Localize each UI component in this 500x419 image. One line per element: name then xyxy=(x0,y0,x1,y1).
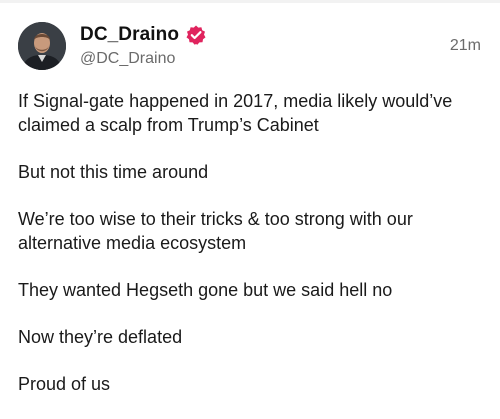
post-paragraph: But not this time around xyxy=(18,162,209,182)
post-paragraph: They wanted Hegseth gone but we said hel… xyxy=(18,280,393,300)
avatar[interactable] xyxy=(18,22,66,70)
post-paragraph: We’re too wise to their tricks & too str… xyxy=(18,209,413,253)
post-body: If Signal-gate happened in 2017, media l… xyxy=(18,89,488,419)
post-paragraph: If Signal-gate happened in 2017, media l… xyxy=(18,91,453,135)
author-name-row: DC_Draino xyxy=(80,23,207,47)
display-name[interactable]: DC_Draino xyxy=(80,24,179,46)
post-paragraph: Proud of us xyxy=(18,374,111,394)
avatar-icon xyxy=(18,22,66,70)
post-paragraph: Now they’re deflated xyxy=(18,327,183,347)
author-handle[interactable]: @DC_Draino xyxy=(80,50,175,68)
verified-badge-icon xyxy=(185,24,207,46)
divider xyxy=(0,0,500,3)
post-timestamp[interactable]: 21m xyxy=(450,37,481,55)
post-card: DC_Draino @DC_Draino 21m If Signal-gate … xyxy=(0,0,500,406)
